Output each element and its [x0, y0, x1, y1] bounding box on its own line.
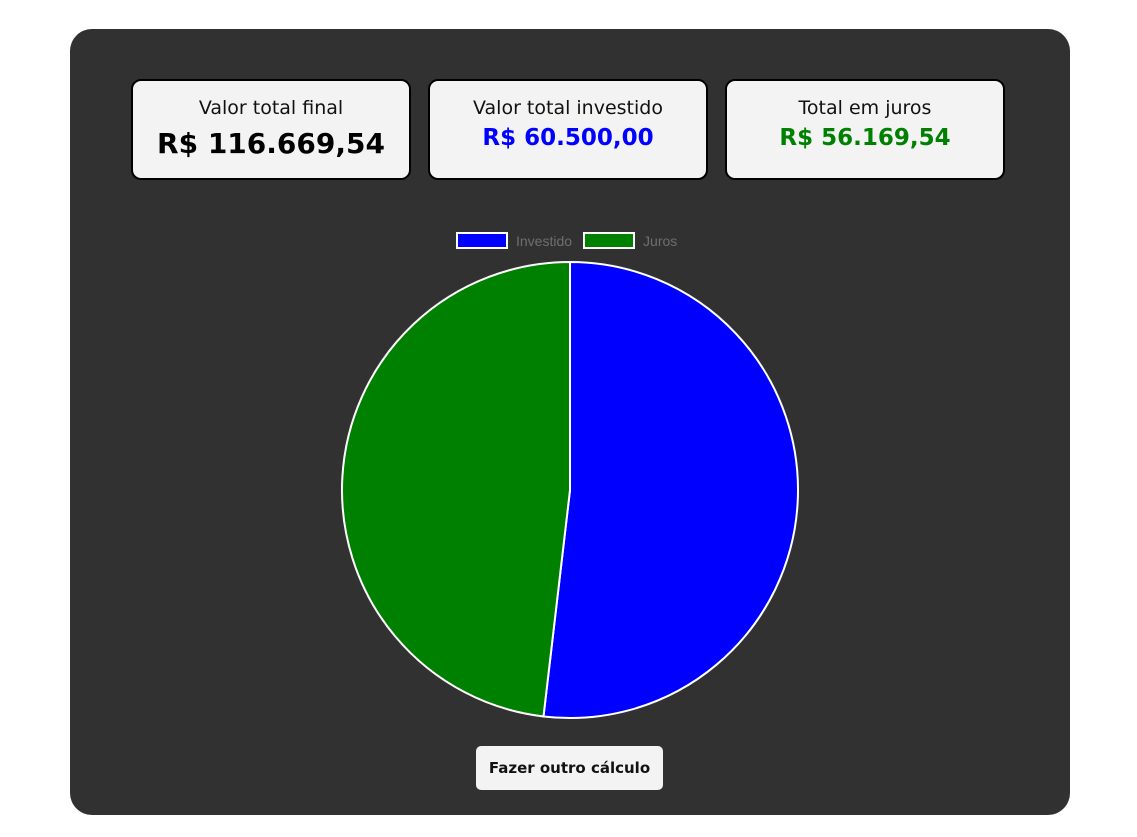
total-final-value: R$ 116.669,54 — [157, 127, 385, 160]
results-panel: Valor total final R$ 116.669,54 Valor to… — [70, 29, 1070, 815]
total-investido-card: Valor total investido R$ 60.500,00 — [428, 79, 708, 180]
total-investido-value: R$ 60.500,00 — [482, 125, 654, 151]
total-juros-card: Total em juros R$ 56.169,54 — [725, 79, 1005, 180]
legend-label: Juros — [643, 232, 678, 249]
legend-swatch — [456, 232, 508, 249]
pie-slice-juros[interactable] — [341, 261, 571, 718]
total-juros-value: R$ 56.169,54 — [779, 125, 951, 151]
legend-item-juros[interactable]: Juros — [583, 232, 677, 249]
total-final-card: Valor total final R$ 116.669,54 — [131, 79, 411, 180]
total-juros-label: Total em juros — [798, 97, 932, 119]
legend-swatch — [583, 232, 636, 249]
total-investido-label: Valor total investido — [473, 97, 663, 119]
chart-legend: Investido Juros — [456, 232, 688, 249]
pie-chart — [341, 261, 799, 719]
legend-item-investido[interactable]: Investido — [456, 232, 572, 249]
new-calculation-button[interactable]: Fazer outro cálculo — [476, 746, 663, 790]
pie-slice-investido[interactable] — [542, 261, 799, 719]
total-final-label: Valor total final — [198, 97, 344, 119]
legend-label: Investido — [516, 232, 573, 249]
